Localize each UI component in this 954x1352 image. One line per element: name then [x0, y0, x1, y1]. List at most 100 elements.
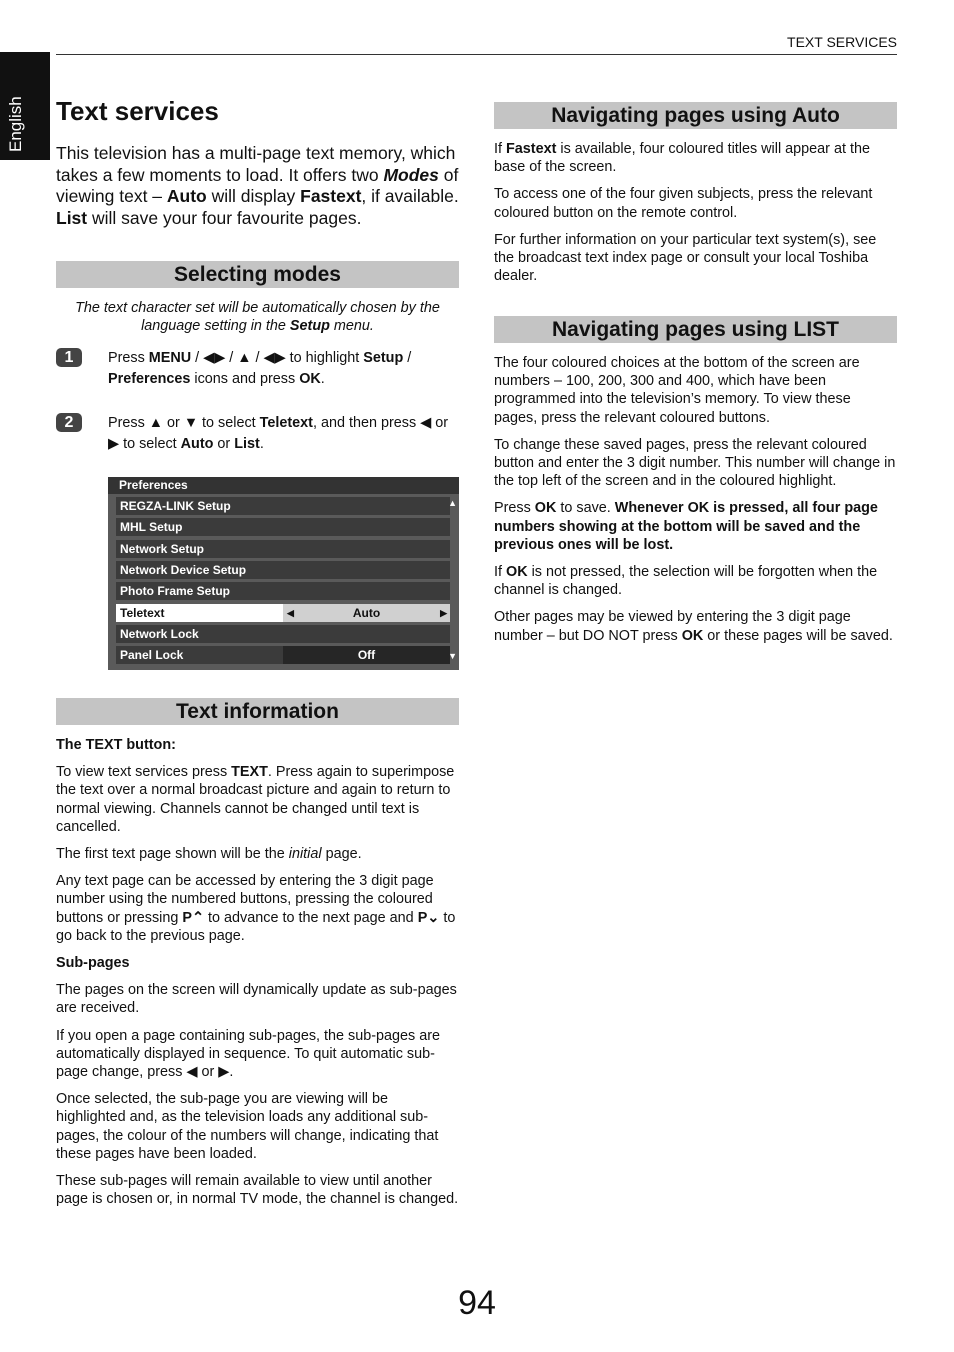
text-run: The first text page shown will be the: [56, 846, 289, 863]
paragraph: For further information on your particul…: [494, 231, 897, 286]
paragraph: These sub-pages will remain available to…: [56, 1172, 461, 1208]
language-label: English: [6, 96, 25, 152]
text-information-body: The TEXT button: To view text services pr…: [56, 736, 461, 1217]
text-run: These sub-pages will remain available to…: [56, 1173, 459, 1208]
text-run: page.: [321, 846, 362, 863]
menu-item: Photo Frame Setup: [116, 582, 450, 601]
paragraph: Other pages may be viewed by entering th…: [494, 608, 897, 644]
paragraph: To view text services press TEXT. Press …: [56, 763, 461, 836]
text-run: OK: [299, 371, 321, 387]
step-text: Press ▲ or ▼ to select Teletext, and the…: [108, 413, 459, 455]
text-run: / ◀▶ / ▲ / ◀▶ to highlight: [191, 350, 364, 366]
text-run: For further information on your particul…: [494, 231, 877, 285]
text-run: to advance to the next page and: [204, 909, 418, 926]
left-arrow-icon: ◀: [287, 607, 294, 618]
text-run: menu.: [329, 318, 374, 335]
step-2: 2 Press ▲ or ▼ to select Teletext, and t…: [56, 413, 459, 455]
paragraph: Once selected, the sub-page you are view…: [56, 1090, 461, 1163]
paragraph: To change these saved pages, press the r…: [494, 436, 897, 491]
text-run: The four coloured choices at the bottom …: [494, 355, 860, 426]
menu-item: Network Setup: [116, 539, 450, 558]
text-run: .: [259, 436, 264, 452]
menu-item: Teletext Auto ◀ ▶: [116, 603, 450, 622]
text-run: Setup: [289, 318, 330, 335]
charset-note: The text character set will be automatic…: [56, 299, 459, 335]
text-run: If: [494, 141, 506, 157]
text-run: Teletext: [259, 415, 313, 431]
text-run: or these pages will be saved.: [703, 627, 893, 644]
step-1: 1 Press MENU / ◀▶ / ▲ / ◀▶ to highlight …: [56, 348, 459, 390]
text-information-heading: Text information: [56, 698, 459, 725]
text-run: will save your four favourite pages.: [87, 207, 362, 228]
page-title: Text services: [56, 96, 219, 126]
nav-auto-heading: Navigating pages using Auto: [494, 102, 897, 129]
menu-item: REGZA-LINK Setup: [116, 497, 450, 515]
paragraph: Any text page can be accessed by enterin…: [56, 872, 461, 945]
text-run: If: [494, 564, 506, 581]
menu-item: Network Lock: [116, 624, 450, 643]
document-page: TEXT SERVICES English Text services This…: [0, 0, 954, 1352]
paragraph: The pages on the screen will dynamically…: [56, 981, 461, 1017]
text-run: The TEXT button:: [56, 737, 176, 753]
paragraph: Sub-pages: [56, 954, 461, 972]
text-run: MENU: [148, 350, 192, 366]
text-run: Press ▲ or ▼ to select: [108, 415, 260, 431]
paragraph: To access one of the four given subjects…: [494, 185, 897, 221]
menu-item-label: Network Lock: [120, 626, 199, 641]
menu-item-label: Network Setup: [120, 541, 205, 556]
step-text: Press MENU / ◀▶ / ▲ / ◀▶ to highlight Se…: [108, 348, 459, 390]
menu-item-label: Network Device Setup: [120, 562, 247, 577]
nav-auto-body: If Fastext is available, four coloured t…: [494, 140, 897, 294]
selecting-modes-heading: Selecting modes: [56, 261, 459, 288]
text-run: is not pressed, the selection will be fo…: [494, 564, 878, 599]
paragraph: If OK is not pressed, the selection will…: [494, 563, 897, 599]
text-run: List: [56, 207, 88, 228]
text-run: Auto: [166, 186, 207, 206]
text-run: OK: [506, 564, 528, 581]
menu-item: Panel Lock Off: [116, 646, 450, 665]
text-run: or: [213, 436, 235, 452]
menu-item: MHL Setup: [116, 518, 450, 537]
text-run: Press: [108, 350, 149, 366]
text-run: TEXT: [231, 764, 268, 781]
text-run: Auto: [180, 436, 214, 452]
menu-item-label: MHL Setup: [120, 520, 183, 535]
text-run: List: [234, 436, 260, 452]
nav-list-body: The four coloured choices at the bottom …: [494, 354, 897, 654]
text-run: Setup: [363, 350, 404, 366]
paragraph: The first text page shown will be the in…: [56, 845, 461, 863]
preferences-menu-screenshot: Preferences ▲ ▼ REGZA-LINK Setup MHL Setu…: [108, 477, 459, 670]
paragraph: Press OK to save. Whenever OK is pressed…: [494, 499, 897, 554]
text-run: initial: [288, 846, 322, 863]
text-run: P⌄: [417, 909, 440, 926]
text-run: Once selected, the sub-page you are view…: [56, 1091, 439, 1162]
paragraph: The TEXT button:: [56, 736, 461, 754]
menu-item: Network Device Setup: [116, 560, 450, 579]
running-header: TEXT SERVICES: [56, 34, 897, 55]
step-number-badge: 2: [56, 413, 82, 432]
nav-list-heading: Navigating pages using LIST: [494, 316, 897, 343]
menu-item-value: Auto: [352, 605, 381, 620]
text-run: OK: [681, 627, 704, 644]
text-run: The text character set will be automatic…: [75, 300, 440, 335]
text-run: To view text services press: [56, 764, 232, 781]
text-run: Fastext: [300, 186, 362, 206]
text-run: If you open a page containing sub-pages,…: [56, 1027, 441, 1081]
language-tab: English: [0, 52, 50, 160]
text-run: Preferences: [108, 371, 191, 387]
text-run: Modes: [383, 164, 439, 185]
text-run: The pages on the screen will dynamically…: [56, 982, 457, 1017]
menu-item-label: Photo Frame Setup: [120, 584, 231, 599]
text-run: P⌃: [182, 909, 205, 926]
text-run: /: [403, 350, 412, 366]
text-run: OK: [534, 500, 557, 517]
text-run: To change these saved pages, press the r…: [494, 436, 896, 490]
step-number-badge: 1: [56, 348, 82, 367]
text-run: .: [320, 371, 325, 387]
right-arrow-icon: ▶: [440, 607, 447, 618]
paragraph: The four coloured choices at the bottom …: [494, 354, 897, 427]
text-run: icons and press: [190, 371, 300, 387]
text-run: Fastext: [506, 141, 557, 157]
menu-item-label: REGZA-LINK Setup: [120, 499, 231, 513]
page-number: 94: [458, 1284, 496, 1322]
